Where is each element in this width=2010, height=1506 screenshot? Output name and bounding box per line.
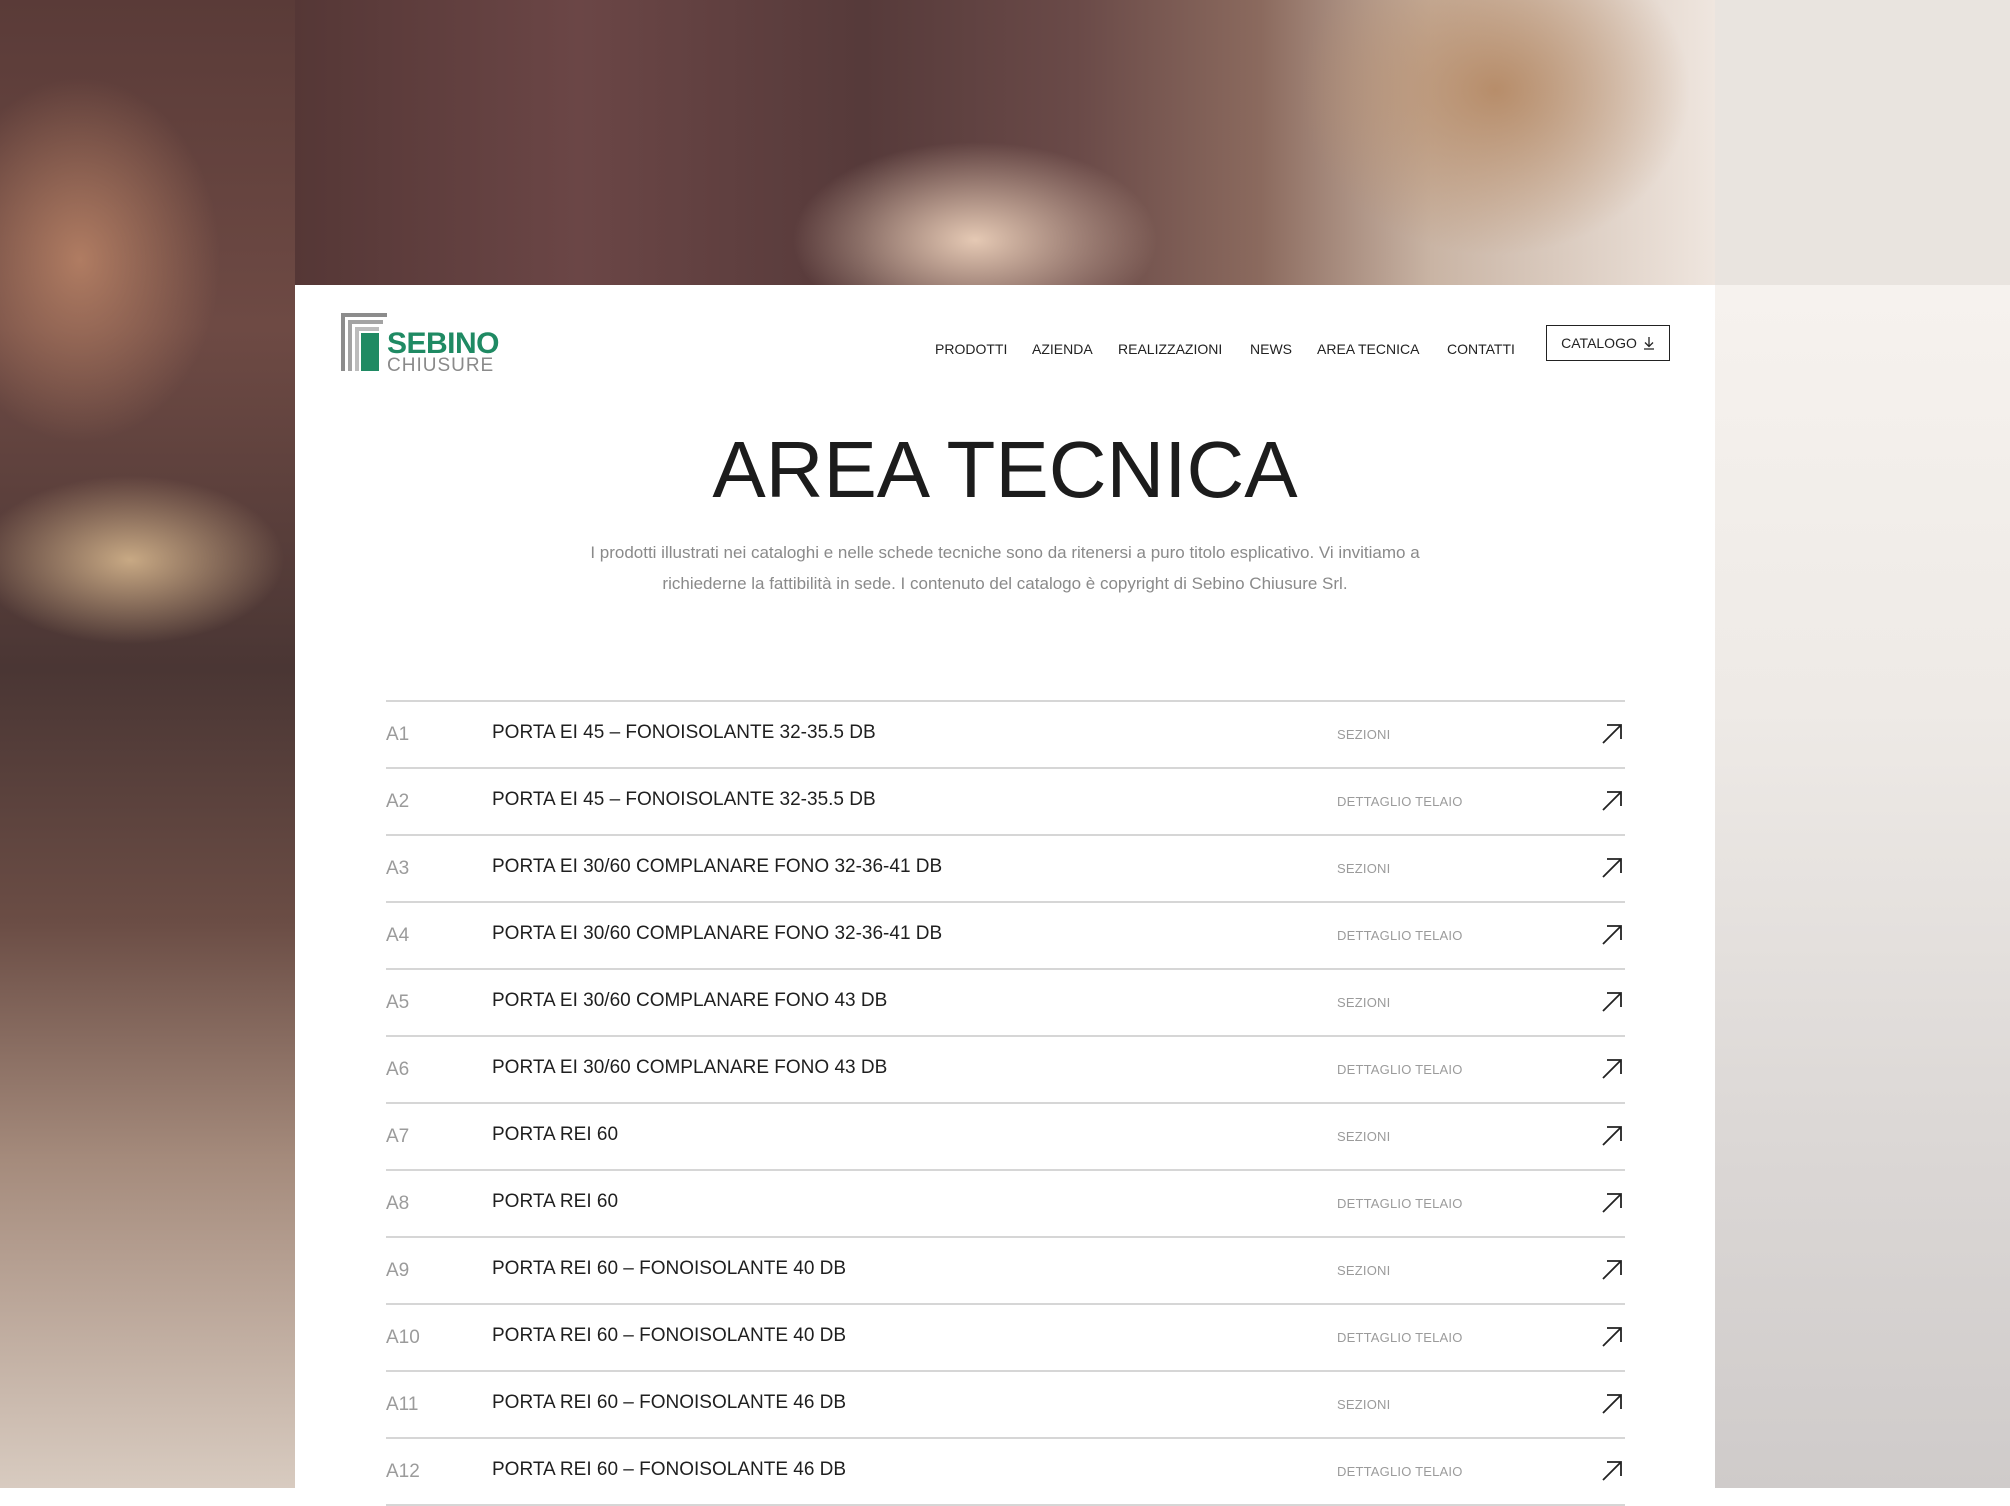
table-row[interactable]: A9 PORTA REI 60 – FONOISOLANTE 40 DB SEZIO…: [386, 1238, 1625, 1305]
table-row[interactable]: A4 PORTA EI 30/60 COMPLANARE FONO 32-36-4…: [386, 903, 1625, 970]
row-type: SEZIONI: [1337, 1397, 1391, 1412]
table-row[interactable]: A2 PORTA EI 45 – FONOISOLANTE 32-35.5 DB D…: [386, 769, 1625, 836]
row-type: SEZIONI: [1337, 1263, 1391, 1278]
row-type: DETTAGLIO TELAIO: [1337, 1062, 1463, 1077]
table-row[interactable]: A3 PORTA EI 30/60 COMPLANARE FONO 32-36-4…: [386, 836, 1625, 903]
row-code: A7: [386, 1126, 410, 1147]
catalog-download-button[interactable]: CATALOGO: [1546, 325, 1670, 361]
arrow-up-right-icon[interactable]: [1600, 789, 1624, 813]
background-photo-right: [1715, 285, 2010, 1488]
nav-item-prodotti[interactable]: PRODOTTI: [935, 341, 1007, 357]
row-code: A8: [386, 1193, 410, 1214]
nav-item-area-tecnica[interactable]: AREA TECNICA: [1317, 341, 1419, 357]
row-code: A9: [386, 1260, 410, 1281]
arrow-up-right-icon[interactable]: [1600, 856, 1624, 880]
row-type: DETTAGLIO TELAIO: [1337, 794, 1463, 809]
row-code: A4: [386, 925, 410, 946]
row-type: DETTAGLIO TELAIO: [1337, 1464, 1463, 1479]
row-title[interactable]: PORTA EI 30/60 COMPLANARE FONO 43 DB: [492, 1057, 887, 1079]
row-code: A10: [386, 1327, 420, 1348]
table-row[interactable]: A5 PORTA EI 30/60 COMPLANARE FONO 43 DB SE…: [386, 970, 1625, 1037]
row-code: A3: [386, 858, 410, 879]
main-nav: PRODOTTI AZIENDA REALIZZAZIONI NEWS AREA…: [295, 335, 1715, 365]
row-type: SEZIONI: [1337, 995, 1391, 1010]
nav-item-azienda[interactable]: AZIENDA: [1032, 341, 1093, 357]
arrow-up-right-icon[interactable]: [1600, 722, 1624, 746]
download-icon: [1643, 337, 1654, 350]
content-card: SEBINO CHIUSURE PRODOTTI AZIENDA REALIZZ…: [295, 285, 1715, 1506]
row-title[interactable]: PORTA EI 45 – FONOISOLANTE 32-35.5 DB: [492, 789, 876, 811]
nav-item-contatti[interactable]: CONTATTI: [1447, 341, 1515, 357]
row-code: A5: [386, 992, 410, 1013]
documents-list: A1 PORTA EI 45 – FONOISOLANTE 32-35.5 DB S…: [386, 700, 1625, 1506]
arrow-up-right-icon[interactable]: [1600, 1057, 1624, 1081]
row-title[interactable]: PORTA REI 60: [492, 1191, 618, 1213]
row-code: A11: [386, 1394, 419, 1415]
arrow-up-right-icon[interactable]: [1600, 1258, 1624, 1282]
page-title: AREA TECNICA: [712, 425, 1298, 514]
row-type: DETTAGLIO TELAIO: [1337, 928, 1463, 943]
row-title[interactable]: PORTA REI 60: [492, 1124, 618, 1146]
row-code: A2: [386, 791, 410, 812]
row-code: A6: [386, 1059, 410, 1080]
row-type: DETTAGLIO TELAIO: [1337, 1330, 1463, 1345]
nav-item-news[interactable]: NEWS: [1250, 341, 1292, 357]
row-type: SEZIONI: [1337, 861, 1391, 876]
arrow-up-right-icon[interactable]: [1600, 1459, 1624, 1483]
row-code: A12: [386, 1461, 420, 1482]
arrow-up-right-icon[interactable]: [1600, 1392, 1624, 1416]
row-title[interactable]: PORTA EI 45 – FONOISOLANTE 32-35.5 DB: [492, 722, 876, 744]
row-type: SEZIONI: [1337, 727, 1391, 742]
catalog-button-label: CATALOGO: [1561, 335, 1637, 351]
arrow-up-right-icon[interactable]: [1600, 1325, 1624, 1349]
arrow-up-right-icon[interactable]: [1600, 923, 1624, 947]
row-title[interactable]: PORTA EI 30/60 COMPLANARE FONO 32-36-41 …: [492, 856, 942, 878]
table-row[interactable]: A1 PORTA EI 45 – FONOISOLANTE 32-35.5 DB S…: [386, 702, 1625, 769]
arrow-up-right-icon[interactable]: [1600, 1191, 1624, 1215]
nav-item-realizzazioni[interactable]: REALIZZAZIONI: [1118, 341, 1222, 357]
page-description: I prodotti illustrati nei cataloghi e ne…: [590, 543, 1420, 593]
row-title[interactable]: PORTA REI 60 – FONOISOLANTE 40 DB: [492, 1258, 846, 1280]
table-row[interactable]: A10 PORTA REI 60 – FONOISOLANTE 40 DB DETT…: [386, 1305, 1625, 1372]
table-row[interactable]: A6 PORTA EI 30/60 COMPLANARE FONO 43 DB DE…: [386, 1037, 1625, 1104]
row-type: SEZIONI: [1337, 1129, 1391, 1144]
table-row[interactable]: A11 PORTA REI 60 – FONOISOLANTE 46 DB SEZI…: [386, 1372, 1625, 1439]
background-photo-left: [0, 0, 295, 1488]
row-title[interactable]: PORTA REI 60 – FONOISOLANTE 46 DB: [492, 1459, 846, 1481]
row-title[interactable]: PORTA EI 30/60 COMPLANARE FONO 32-36-41 …: [492, 923, 942, 945]
row-title[interactable]: PORTA REI 60 – FONOISOLANTE 40 DB: [492, 1325, 846, 1347]
table-row[interactable]: A7 PORTA REI 60 SEZIONI: [386, 1104, 1625, 1171]
background-photo-top: [295, 0, 1715, 285]
table-row[interactable]: A12 PORTA REI 60 – FONOISOLANTE 46 DB DETT…: [386, 1439, 1625, 1506]
arrow-up-right-icon[interactable]: [1600, 1124, 1624, 1148]
row-type: DETTAGLIO TELAIO: [1337, 1196, 1463, 1211]
row-title[interactable]: PORTA REI 60 – FONOISOLANTE 46 DB: [492, 1392, 846, 1414]
table-row[interactable]: A8 PORTA REI 60 DETTAGLIO TELAIO: [386, 1171, 1625, 1238]
site-header: SEBINO CHIUSURE PRODOTTI AZIENDA REALIZZ…: [295, 285, 1715, 405]
arrow-up-right-icon[interactable]: [1600, 990, 1624, 1014]
row-code: A1: [386, 724, 410, 745]
row-title[interactable]: PORTA EI 30/60 COMPLANARE FONO 43 DB: [492, 990, 887, 1012]
